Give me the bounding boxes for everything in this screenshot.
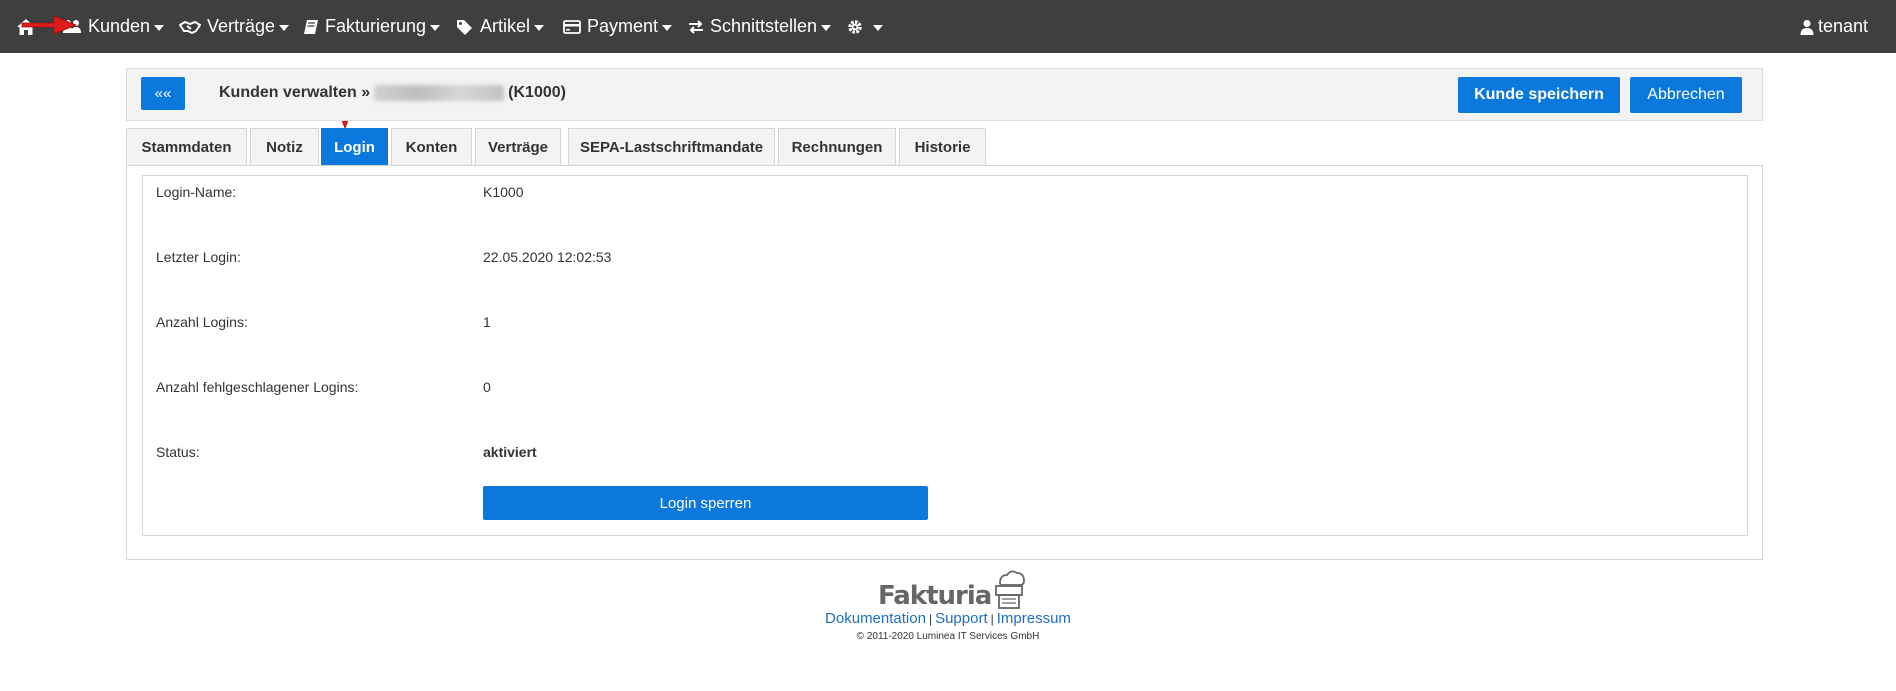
nav-schnittstellen[interactable]: Schnittstellen <box>688 0 832 53</box>
login-count-label: Anzahl Logins: <box>156 314 248 330</box>
footer-links: Dokumentation | Support | Impressum <box>0 610 1896 627</box>
login-details-box <box>142 175 1748 536</box>
logo-text: Fakturia <box>878 581 992 611</box>
failed-logins-value: 0 <box>483 379 491 395</box>
impressum-link[interactable]: Impressum <box>997 610 1071 627</box>
lock-login-button[interactable]: Login sperren <box>483 486 928 520</box>
book-icon <box>304 19 318 34</box>
tab-sepa-lastschriftmandate[interactable]: SEPA-Lastschriftmandate <box>568 128 775 165</box>
login-name-label: Login-Name: <box>156 184 237 200</box>
nav-settings[interactable] <box>847 0 883 53</box>
tab-rechnungen[interactable]: Rechnungen <box>778 128 896 165</box>
fakturia-logo: Fakturia <box>878 563 1026 609</box>
tab-vertraege[interactable]: Verträge <box>475 128 561 165</box>
user-icon <box>1800 19 1814 35</box>
login-count-value: 1 <box>483 314 491 330</box>
user-menu[interactable]: tenant <box>1800 0 1868 53</box>
nav-artikel[interactable]: Artikel <box>456 0 545 53</box>
nav-vertraege-label: Verträge <box>207 16 276 36</box>
chevron-down-icon <box>154 24 165 31</box>
last-login-label: Letzter Login: <box>156 249 241 265</box>
nav-schnittstellen-label: Schnittstellen <box>710 16 818 36</box>
nav-payment[interactable]: Payment <box>563 0 673 53</box>
breadcrumb: Kunden verwalten » (K1000) <box>219 84 566 102</box>
failed-logins-label: Anzahl fehlgeschlagener Logins: <box>156 379 359 395</box>
customer-id: (K1000) <box>508 84 566 101</box>
chevron-down-icon <box>279 24 290 31</box>
tab-historie[interactable]: Historie <box>899 128 986 165</box>
nav-fakturierung-label: Fakturierung <box>325 16 427 36</box>
save-customer-button[interactable]: Kunde speichern <box>1458 77 1620 113</box>
annotation-arrow-icon <box>21 15 78 35</box>
chevron-down-icon <box>662 24 673 31</box>
cancel-button[interactable]: Abbrechen <box>1630 77 1742 113</box>
nav-artikel-label: Artikel <box>480 16 531 36</box>
back-button[interactable]: «« <box>141 77 185 110</box>
redacted-customer-name <box>374 85 505 101</box>
nav-payment-label: Payment <box>587 16 659 36</box>
chevron-down-icon <box>873 24 883 31</box>
gear-icon <box>848 19 862 34</box>
tab-notiz[interactable]: Notiz <box>250 128 319 165</box>
last-login-value: 22.05.2020 12:02:53 <box>483 249 612 265</box>
tab-login[interactable]: Login <box>321 128 388 165</box>
chevron-down-icon <box>821 24 832 31</box>
tags-icon <box>457 19 472 35</box>
breadcrumb-prefix: Kunden verwalten » <box>219 84 371 101</box>
nav-fakturierung[interactable]: Fakturierung <box>303 0 441 53</box>
status-value: aktiviert <box>483 444 537 460</box>
tab-konten[interactable]: Konten <box>391 128 472 165</box>
nav-vertraege[interactable]: Verträge <box>179 0 290 53</box>
credit-card-icon <box>563 19 581 34</box>
link-separator: | <box>928 612 933 626</box>
nav-kunden-label: Kunden <box>88 16 151 36</box>
cloud-printer-icon <box>995 570 1026 609</box>
login-name-value: K1000 <box>483 184 524 200</box>
chevron-down-icon <box>430 24 441 31</box>
chevron-down-icon <box>534 24 545 31</box>
link-separator: | <box>990 612 994 626</box>
page-header: «« Kunden verwalten » (K1000) Kunde spei… <box>126 68 1763 121</box>
user-name: tenant <box>1818 16 1869 36</box>
handshake-icon <box>179 20 201 34</box>
login-tab-panel <box>126 165 1763 560</box>
copyright-text: © 2011-2020 Luminea IT Services GmbH <box>856 631 1040 642</box>
tab-stammdaten[interactable]: Stammdaten <box>126 128 247 165</box>
top-navbar: Kunden Verträge Fakturierung Artikel Pay… <box>0 0 1896 53</box>
status-label: Status: <box>156 444 200 460</box>
support-link[interactable]: Support <box>935 610 988 627</box>
documentation-link[interactable]: Dokumentation <box>825 610 926 627</box>
exchange-icon <box>689 19 703 34</box>
